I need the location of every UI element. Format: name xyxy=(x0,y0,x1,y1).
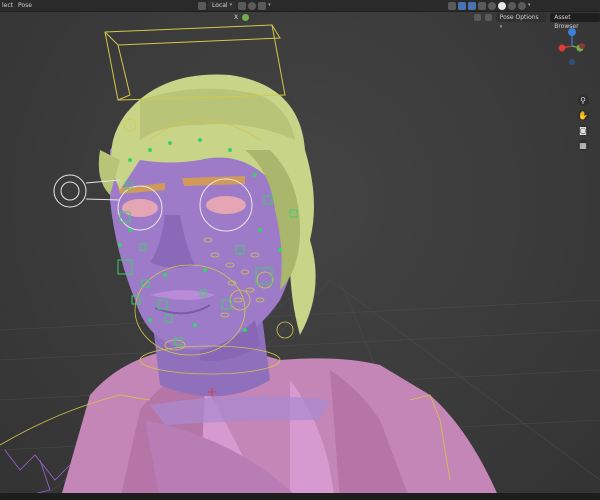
gizmo-z-axis[interactable] xyxy=(568,28,576,36)
visibility-icon[interactable] xyxy=(448,1,456,10)
chevron-down-icon: ▾ xyxy=(229,2,233,8)
viewport-tools: ▾ xyxy=(448,1,531,10)
chevron-down-icon: ▾ xyxy=(268,2,271,8)
snap-icon[interactable] xyxy=(248,1,257,10)
scene-render xyxy=(0,24,600,500)
gizmo-toggle-icon[interactable] xyxy=(458,1,466,10)
orientation-dropdown[interactable]: Local ▾ xyxy=(208,1,237,10)
weight-paint-lines xyxy=(4,449,71,496)
grid-icon[interactable]: ▦ xyxy=(577,140,589,151)
robe-mesh xyxy=(60,345,500,500)
solid-shading-icon[interactable] xyxy=(498,1,506,10)
wireframe-shading-icon[interactable] xyxy=(488,1,496,10)
viewport-nav-tools: ⚲ ✋ ◙ ▦ xyxy=(575,95,591,151)
3d-viewport[interactable]: lect Pose Local ▾ ▾ ▾ X Pose Options ▾ A… xyxy=(0,0,600,500)
camera-icon[interactable]: ◙ xyxy=(577,125,589,136)
xray-icon[interactable] xyxy=(478,1,486,10)
pose-header-row: Pose Options ▾ Asset Browser xyxy=(474,12,600,30)
menu-pose[interactable]: Pose xyxy=(18,0,32,11)
chevron-down-icon: ▾ xyxy=(528,2,531,8)
pin-icon[interactable] xyxy=(474,13,481,21)
gizmo-x-axis[interactable] xyxy=(558,44,566,52)
zoom-icon[interactable]: ⚲ xyxy=(577,95,589,106)
overlay-toggle-icon[interactable] xyxy=(468,1,476,10)
rendered-shading-icon[interactable] xyxy=(518,1,526,10)
chevron-down-icon: ▾ xyxy=(499,23,503,30)
material-shading-icon[interactable] xyxy=(508,1,516,10)
transform-orientation-group: Local ▾ ▾ xyxy=(198,1,271,10)
pose-options-button[interactable]: Pose Options ▾ xyxy=(495,12,547,30)
menu-select[interactable]: lect xyxy=(2,0,13,11)
asset-browser-button[interactable]: Asset Browser xyxy=(550,12,600,30)
status-bar xyxy=(0,493,600,500)
hand-pan-icon[interactable]: ✋ xyxy=(577,110,589,121)
axis-x-label[interactable]: X xyxy=(234,14,238,21)
library-icon[interactable] xyxy=(484,13,492,21)
color-icon[interactable] xyxy=(242,13,250,21)
pose-options-label: Pose Options xyxy=(499,13,539,21)
header-bar: lect Pose Local ▾ ▾ ▾ xyxy=(0,0,600,12)
gizmo-neg-x-axis[interactable] xyxy=(579,43,585,49)
orientation-label: Local xyxy=(212,2,228,9)
proportional-edit-icon[interactable] xyxy=(258,1,267,10)
axis-row: X xyxy=(234,12,250,22)
navigation-gizmo[interactable] xyxy=(548,26,598,70)
orientation-icon[interactable] xyxy=(198,1,206,10)
gizmo-neg-z-axis[interactable] xyxy=(569,59,575,65)
pivot-icon[interactable] xyxy=(238,1,247,10)
